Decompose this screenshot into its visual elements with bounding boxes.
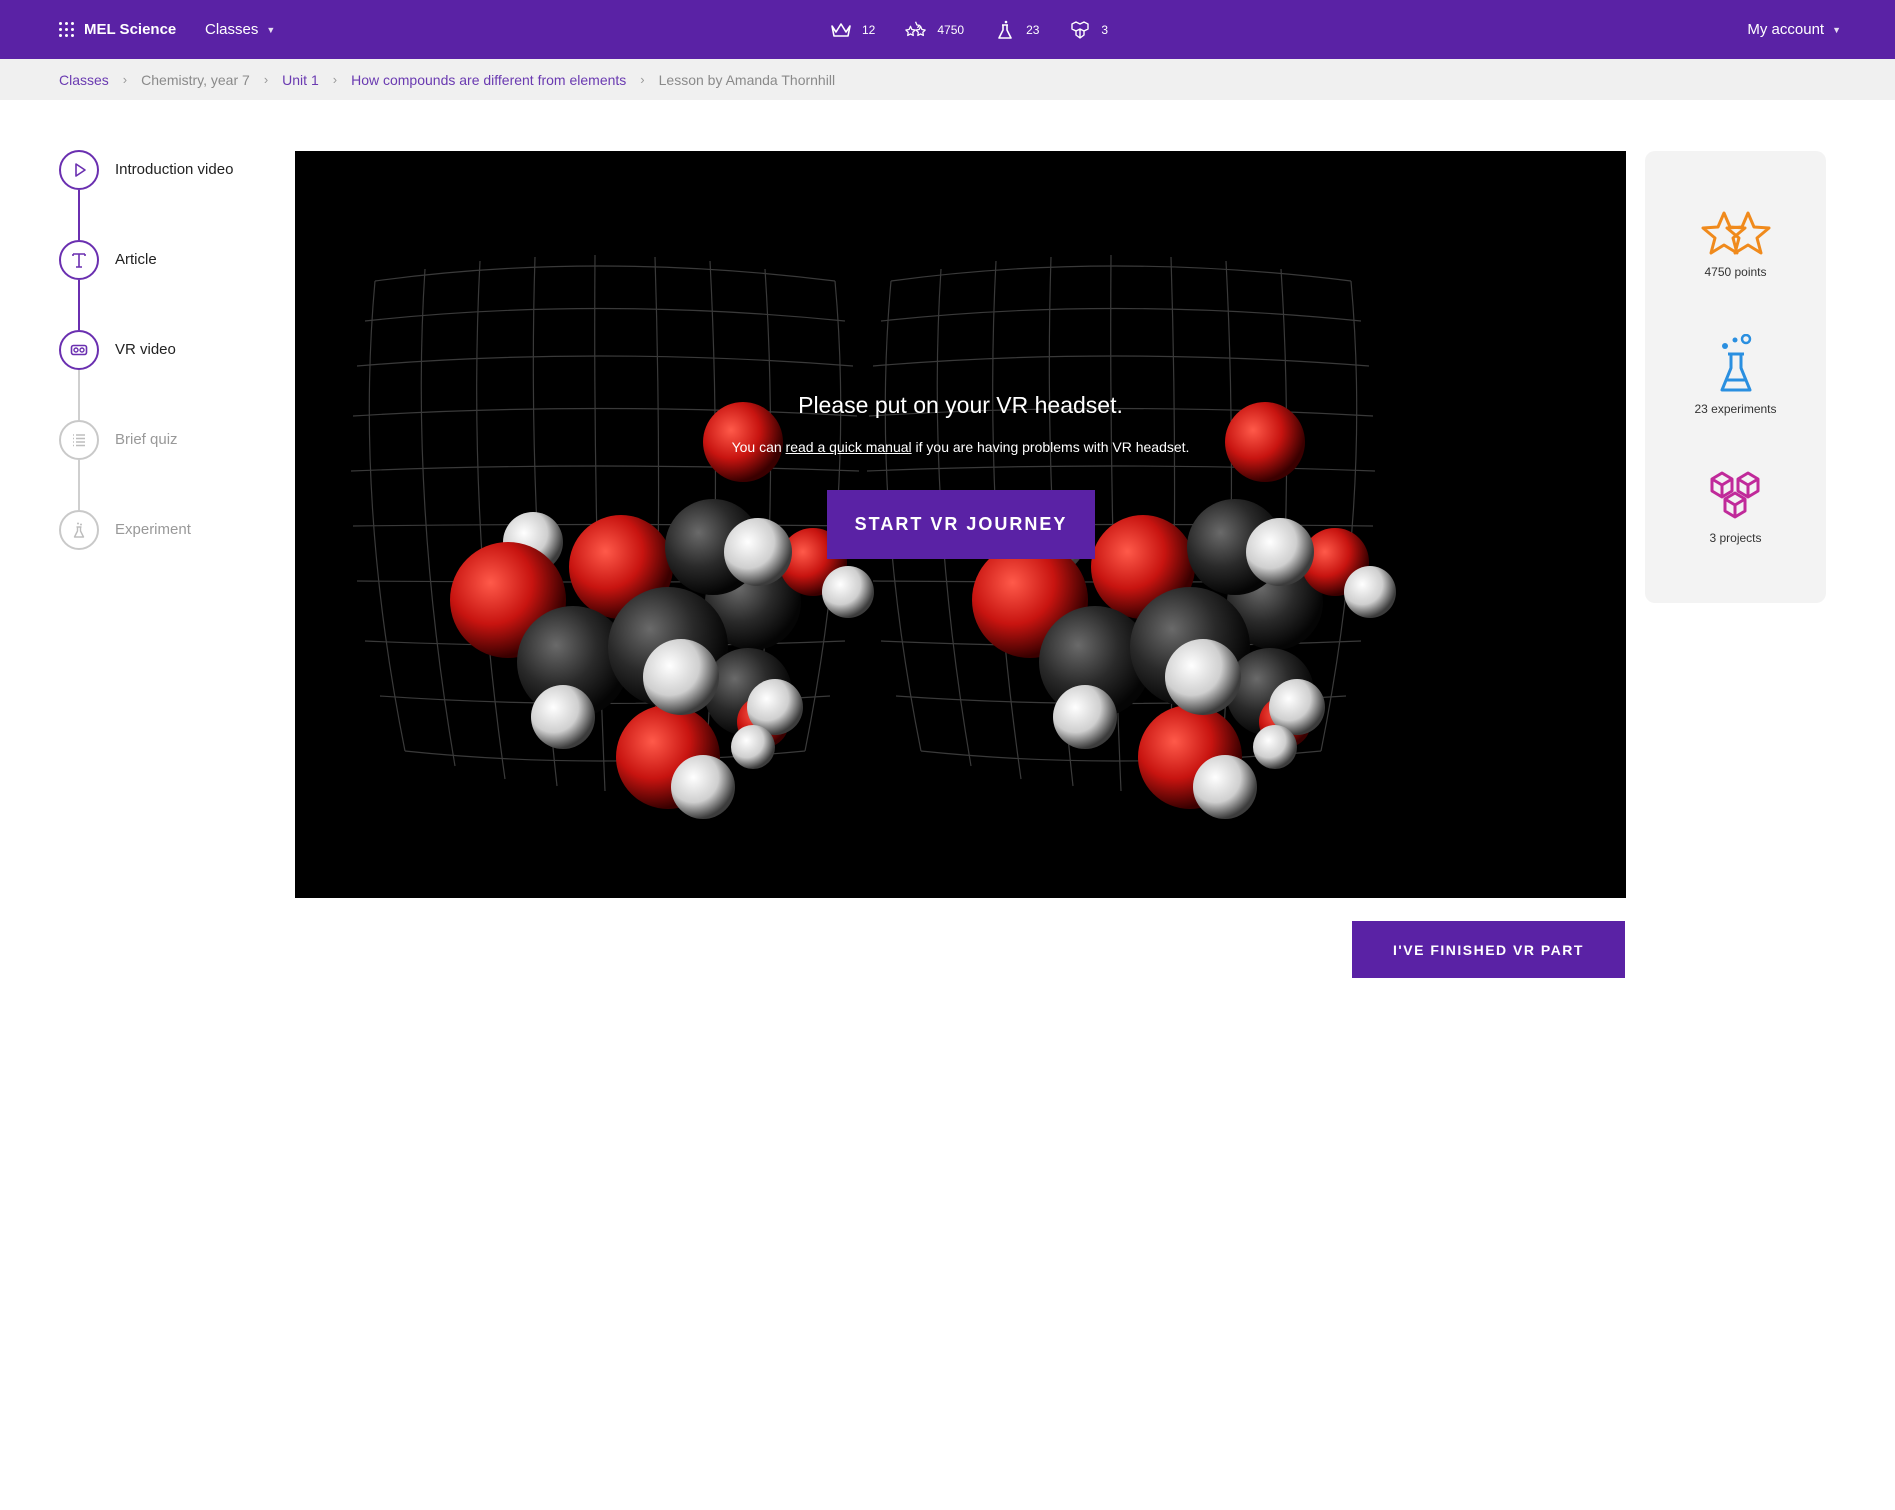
classes-menu-label: Classes (205, 21, 259, 38)
step-circle (59, 240, 99, 280)
step-brief-quiz[interactable]: Brief quiz (59, 420, 299, 510)
projects-stat: 3 projects (1645, 469, 1826, 545)
step-connector (78, 460, 80, 510)
stat-experiments[interactable]: 23 (994, 20, 1039, 40)
brand-name: MEL Science (84, 21, 177, 38)
start-vr-journey-button[interactable]: START VR JOURNEY (827, 490, 1095, 559)
classes-menu[interactable]: Classes ▼ (205, 0, 275, 59)
step-label: VR video (115, 341, 176, 358)
chevron-down-icon: ▼ (1832, 24, 1841, 35)
stat-projects[interactable]: 3 (1069, 20, 1108, 40)
text-icon (72, 253, 86, 268)
vr-help-suffix: if you are having problems with VR heads… (911, 439, 1190, 455)
vr-video-viewer[interactable]: Please put on your VR headset. You can r… (295, 151, 1626, 898)
step-connector (78, 370, 80, 420)
step-circle (59, 510, 99, 550)
step-circle (59, 420, 99, 460)
apps-grid-icon (59, 21, 75, 38)
breadcrumb-separator-icon: › (332, 72, 338, 87)
vr-headset-icon (70, 344, 88, 356)
breadcrumb-topic[interactable]: How compounds are different from element… (351, 72, 626, 88)
experiments-stat-label: 23 experiments (1694, 402, 1777, 416)
step-introduction-video[interactable]: Introduction video (59, 150, 299, 240)
breadcrumb-course: Chemistry, year 7 (141, 71, 250, 88)
brand-logo[interactable]: MEL Science (59, 0, 176, 59)
step-circle (59, 330, 99, 370)
breadcrumb-classes[interactable]: Classes (59, 72, 109, 88)
cubes-icon (1710, 471, 1759, 519)
stat-experiments-value: 23 (1026, 22, 1040, 37)
account-menu[interactable]: My account ▼ (1747, 0, 1841, 59)
quick-manual-link[interactable]: read a quick manual (786, 439, 912, 455)
experiment-icon (73, 522, 85, 538)
step-article[interactable]: Article (59, 240, 299, 330)
step-label: Introduction video (115, 161, 234, 178)
step-label: Article (115, 251, 157, 268)
projects-stat-label: 3 projects (1709, 531, 1762, 545)
crown-icon (831, 22, 851, 37)
step-label: Brief quiz (115, 431, 178, 448)
chevron-down-icon: ▼ (266, 24, 276, 35)
points-stat: 4750 points (1645, 203, 1826, 279)
breadcrumb-separator-icon: › (640, 72, 645, 87)
stat-projects-value: 3 (1101, 22, 1109, 37)
step-vr-video[interactable]: VR video (59, 330, 299, 420)
lesson-steps: Introduction video Article VR video Brie… (59, 150, 299, 600)
user-stats: 12 4750 23 3 (830, 0, 1108, 59)
top-navigation-bar: MEL Science Classes ▼ 12 4750 23 3 My ac… (0, 0, 1895, 59)
achievements-panel: 4750 points 23 experiments 3 projects (1645, 151, 1826, 603)
vr-headset-title: Please put on your VR headset. (798, 392, 1123, 418)
flask-icon (998, 20, 1012, 39)
account-menu-label: My account (1747, 21, 1825, 38)
breadcrumb-separator-icon: › (263, 72, 269, 87)
vr-help-text: You can read a quick manual if you are h… (295, 439, 1626, 455)
breadcrumb-separator-icon: › (122, 72, 128, 87)
flask-icon (1720, 334, 1751, 392)
step-experiment[interactable]: Experiment (59, 510, 299, 600)
list-icon (73, 434, 85, 447)
stat-points[interactable]: 4750 (905, 20, 964, 40)
play-icon (75, 163, 86, 177)
breadcrumb-unit[interactable]: Unit 1 (282, 72, 319, 88)
breadcrumb: Classes › Chemistry, year 7 › Unit 1 › H… (0, 59, 1895, 100)
stat-crowns[interactable]: 12 (830, 20, 875, 40)
step-connector (78, 190, 80, 240)
stars-icon (1701, 211, 1770, 255)
stat-points-value: 4750 (937, 22, 965, 37)
finished-vr-part-button[interactable]: I'VE FINISHED VR PART (1352, 921, 1625, 978)
vr-help-prefix: You can (731, 439, 786, 455)
stat-crowns-value: 12 (862, 22, 876, 37)
cubes-icon (1071, 20, 1090, 39)
step-label: Experiment (115, 521, 191, 538)
breadcrumb-lesson: Lesson by Amanda Thornhill (658, 71, 836, 88)
points-stat-label: 4750 points (1704, 265, 1767, 279)
step-connector (78, 280, 80, 330)
experiments-stat: 23 experiments (1645, 334, 1826, 416)
step-circle (59, 150, 99, 190)
stars-icon (905, 20, 927, 36)
